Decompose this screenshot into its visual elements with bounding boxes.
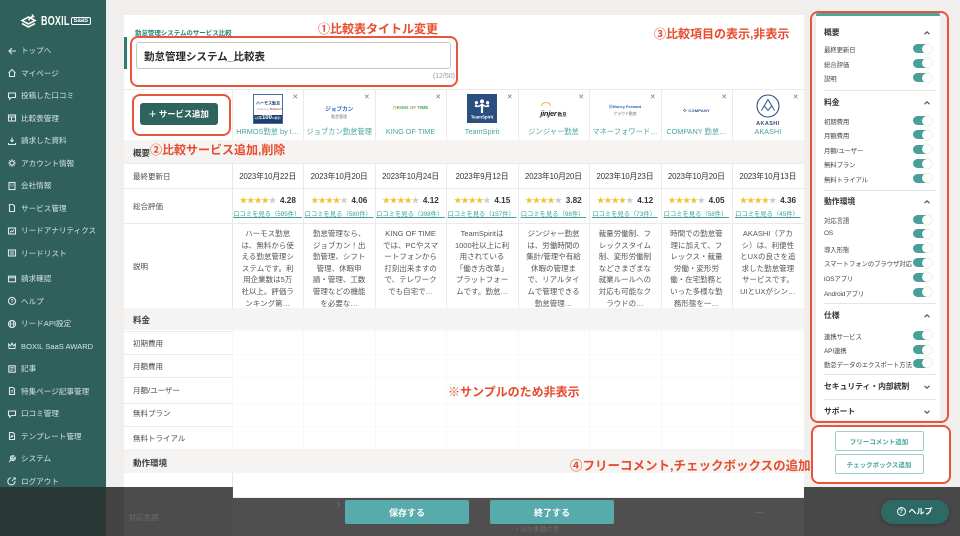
- svg-text:?: ?: [10, 299, 13, 305]
- svg-text:TeamSpirit: TeamSpirit: [471, 115, 494, 120]
